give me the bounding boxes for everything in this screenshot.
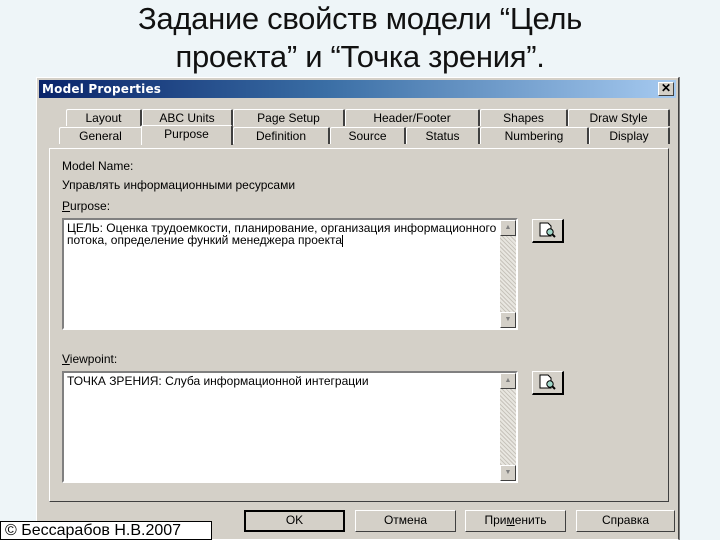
tab-status[interactable]: Status <box>406 127 480 144</box>
tab-general[interactable]: General <box>59 127 143 144</box>
model-name-label: Model Name: <box>62 159 134 173</box>
viewpoint-label-text: iewpoint: <box>69 352 118 366</box>
viewpoint-text: ТОЧКА ЗРЕНИЯ: Слуба информационной интег… <box>67 374 369 388</box>
ok-button[interactable]: OK <box>244 510 345 532</box>
help-button[interactable]: Справка <box>576 510 675 532</box>
document-magnifier-icon <box>539 222 556 238</box>
purpose-label-mnemonic: P <box>62 199 71 213</box>
apply-button[interactable]: Применить <box>465 510 566 532</box>
tab-header-footer[interactable]: Header/Footer <box>345 109 480 126</box>
purpose-label-text: urpose: <box>70 199 111 213</box>
scroll-up-button[interactable]: ▲ <box>500 220 516 236</box>
viewpoint-zoom-button[interactable] <box>532 371 564 395</box>
arrow-down-icon: ▼ <box>504 469 512 476</box>
tab-purpose[interactable]: Purpose <box>141 125 233 145</box>
arrow-down-icon: ▼ <box>504 316 512 323</box>
scroll-up-button[interactable]: ▲ <box>500 373 516 389</box>
tab-definition[interactable]: Definition <box>233 127 330 144</box>
dialog-title: Model Properties <box>42 82 162 96</box>
copyright-label: © Бессарабов Н.В.2007 <box>0 521 212 540</box>
tab-row-front: General Purpose Definition Source Status… <box>37 125 680 145</box>
slide-title-line-1: Задание свойств модели “Цель <box>137 1 583 36</box>
dialog-titlebar[interactable]: Model Properties ✕ <box>39 80 676 98</box>
document-magnifier-icon <box>539 374 556 390</box>
purpose-text-content: ЦЕЛЬ: Оценка трудоемкости, планирование,… <box>67 222 497 247</box>
apply-label-mnemonic: м <box>506 513 515 527</box>
arrow-up-icon: ▲ <box>504 377 512 384</box>
tab-shapes[interactable]: Shapes <box>480 109 568 126</box>
tab-source[interactable]: Source <box>330 127 406 144</box>
tab-abc-units[interactable]: ABC Units <box>142 109 233 126</box>
apply-label-post: енить <box>514 513 547 527</box>
model-properties-dialog: Model Properties ✕ Layout ABC Units Page… <box>36 77 679 540</box>
close-icon: ✕ <box>660 81 672 95</box>
viewpoint-scrollbar[interactable]: ▲ ▼ <box>500 373 516 481</box>
viewpoint-label-mnemonic: V <box>62 352 70 366</box>
purpose-tab-panel: Model Name: Управлять информационными ре… <box>49 148 669 502</box>
scroll-down-button[interactable]: ▼ <box>500 465 516 481</box>
slide-title: Задание свойств модели “Цель проекта” и … <box>0 0 720 76</box>
model-name-value: Управлять информационными ресурсами <box>62 178 296 192</box>
purpose-label: Purpose: <box>62 199 110 213</box>
tab-display[interactable]: Display <box>589 127 670 144</box>
scroll-down-button[interactable]: ▼ <box>500 312 516 328</box>
tab-page-setup[interactable]: Page Setup <box>233 109 345 126</box>
tab-numbering[interactable]: Numbering <box>480 127 589 144</box>
slide-title-line-2: проекта” и “Точка зрения”. <box>175 39 545 74</box>
purpose-text: ЦЕЛЬ: Оценка трудоемкости, планирование,… <box>67 221 500 247</box>
arrow-up-icon: ▲ <box>504 224 512 231</box>
tab-layout[interactable]: Layout <box>66 109 142 126</box>
tab-draw-style[interactable]: Draw Style <box>568 109 670 126</box>
purpose-scrollbar[interactable]: ▲ ▼ <box>500 220 516 328</box>
viewpoint-textarea[interactable]: ТОЧКА ЗРЕНИЯ: Слуба информационной интег… <box>62 371 518 483</box>
text-caret <box>342 234 343 247</box>
purpose-textarea[interactable]: ЦЕЛЬ: Оценка трудоемкости, планирование,… <box>62 218 518 330</box>
viewpoint-label: Viewpoint: <box>62 352 117 366</box>
apply-label-pre: При <box>484 513 507 527</box>
tab-row-back: Layout ABC Units Page Setup Header/Foote… <box>37 109 680 126</box>
close-button[interactable]: ✕ <box>658 82 674 96</box>
cancel-button[interactable]: Отмена <box>355 510 456 532</box>
purpose-zoom-button[interactable] <box>532 219 564 243</box>
